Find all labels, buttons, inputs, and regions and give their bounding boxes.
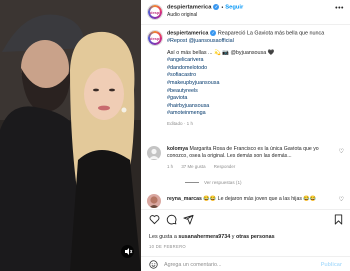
repost-text[interactable]: #Repost @juansousaofficial <box>167 38 345 46</box>
audio-label[interactable]: Audio original <box>167 12 197 18</box>
likes-others[interactable]: otras personas <box>236 234 275 240</box>
more-options-icon[interactable]: ••• <box>335 5 344 12</box>
comment-avatar[interactable] <box>147 146 161 160</box>
share-icon[interactable] <box>183 214 194 225</box>
header-username[interactable]: despiertamerica <box>167 5 211 11</box>
comment-meta: 1 h 37 Me gusta Responder <box>167 163 332 170</box>
comment-username[interactable]: kolomya <box>167 146 188 152</box>
divider <box>141 209 350 210</box>
comment-likes[interactable]: 37 Me gusta <box>181 164 205 169</box>
emoji-icon[interactable] <box>149 260 158 269</box>
hashtag[interactable]: #sofiacastro <box>167 72 345 80</box>
comment-text: Margarita Rosa de Francisco es la única … <box>167 146 319 159</box>
like-comment-icon[interactable]: ♡ <box>339 148 344 155</box>
comment-icon[interactable] <box>166 214 177 225</box>
caption-text: Reapareció La Gaviota más bella que nunc… <box>217 30 325 37</box>
comment-item: reyna_marcas 😂😂 Le dejaron más joven que… <box>167 196 332 203</box>
hashtag[interactable]: #hairbyjuansousa <box>167 103 345 111</box>
comment-text: 😂😂 Le dejaron más joven que a las hijas … <box>203 196 317 202</box>
comment-input[interactable]: Agrega un comentario... <box>164 262 222 268</box>
header-username-row: despiertamerica ✓ • Seguir <box>167 4 244 11</box>
comment-avatar[interactable] <box>147 194 161 208</box>
audio-icon[interactable] <box>121 245 134 258</box>
caption-avatar[interactable]: despierta <box>147 30 163 46</box>
photo-illustration <box>0 0 141 271</box>
divider <box>141 24 350 25</box>
caption-username[interactable]: despiertamerica <box>167 30 208 36</box>
like-comment-icon[interactable]: ♡ <box>339 196 344 203</box>
follow-button[interactable]: Seguir <box>225 5 243 11</box>
verified-icon: ✓ <box>213 4 220 10</box>
post-photo[interactable] <box>0 0 141 271</box>
hashtag[interactable]: #amoteinmenga <box>167 110 345 118</box>
view-replies-button[interactable]: Ver respuestas (1) <box>185 180 242 185</box>
hashtag[interactable]: #dandomelotodo <box>167 65 345 73</box>
comment-time: 1 h <box>167 164 174 169</box>
comment-username[interactable]: reyna_marcas <box>167 196 202 202</box>
reply-button[interactable]: Responder <box>214 164 235 169</box>
publish-button[interactable]: Publicar <box>321 262 342 268</box>
hashtag[interactable]: #beautyreels <box>167 88 345 96</box>
post-details-panel: despierta despiertamerica✓•Seguir Audio … <box>141 0 350 271</box>
like-icon[interactable] <box>149 214 160 225</box>
hashtag[interactable]: #gaviota <box>167 95 345 103</box>
action-bar <box>149 214 344 228</box>
header-avatar[interactable]: despierta <box>147 4 163 20</box>
hashtag[interactable]: #makeupbyjuansousa <box>167 80 345 88</box>
hashtag[interactable]: #angelicarivera <box>167 57 345 65</box>
likes-summary[interactable]: Les gusta a susanahermera9734 y otras pe… <box>149 234 275 240</box>
caption: despiertamerica ✓ Reapareció La Gaviota m… <box>167 30 345 128</box>
likes-user[interactable]: susanahermera9734 <box>178 234 230 240</box>
save-icon[interactable] <box>333 214 344 225</box>
verified-icon: ✓ <box>210 30 217 36</box>
edited-timestamp: Editado · 1 h <box>167 120 194 126</box>
comment-item: kolomya Margarita Rosa de Francisco es l… <box>167 146 332 170</box>
add-comment-bar: Agrega un comentario... Publicar <box>141 256 350 271</box>
caption-body: Así o más bellas ... 💫 📷 @byjuansousa 🖤 <box>167 49 275 56</box>
post-date: 10 DE FEBRERO <box>149 244 186 249</box>
